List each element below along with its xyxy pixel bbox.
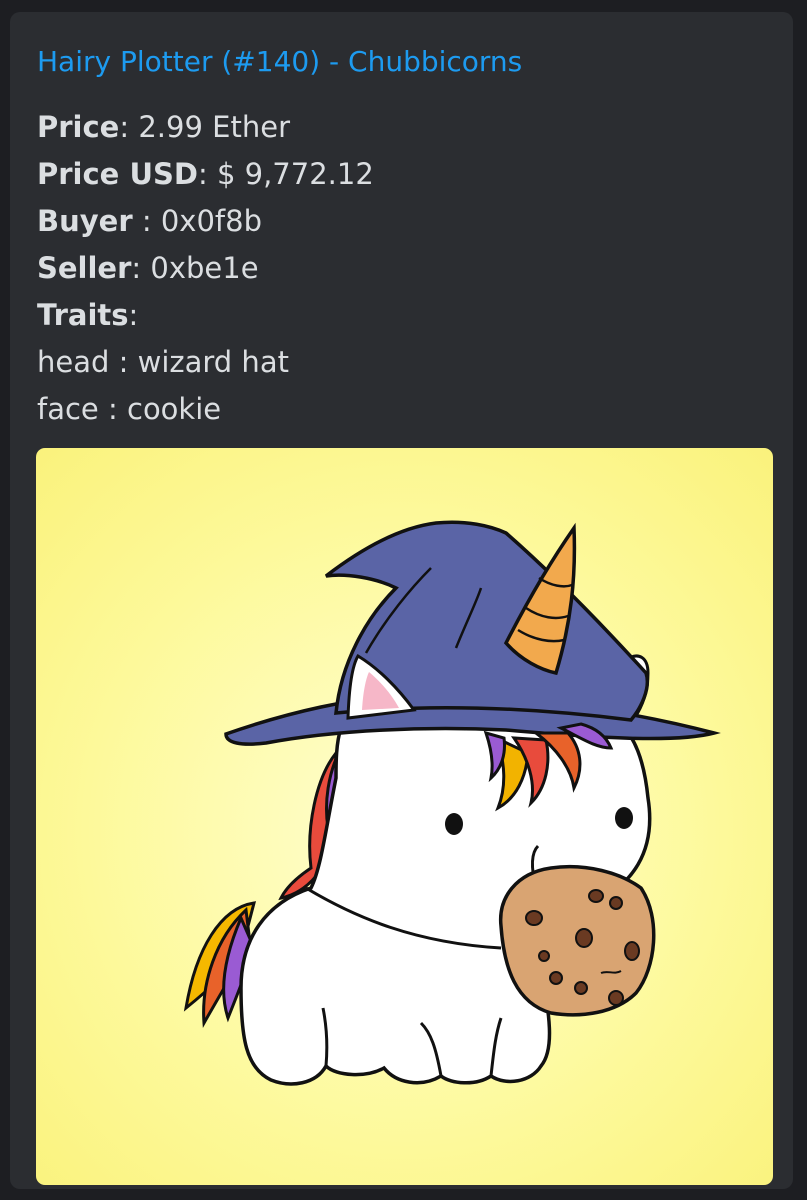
buyer-value: 0x0f8b <box>160 204 262 238</box>
unicorn-illustration <box>183 520 721 1086</box>
price-usd-field: Price USD: $ 9,772.12 <box>37 157 374 191</box>
traits-label: Traits <box>37 298 129 332</box>
trait-type: head <box>37 345 110 379</box>
traits-field: Traits: <box>37 298 139 332</box>
right-eye <box>615 807 633 829</box>
price-usd-value: $ 9,772.12 <box>216 157 374 191</box>
seller-value: 0xbe1e <box>150 251 259 285</box>
embed-title-link[interactable]: Hairy Plotter (#140) - Chubbicorns <box>37 43 522 81</box>
price-usd-label: Price USD <box>37 157 198 191</box>
wizard-hat <box>224 520 721 746</box>
price-field: Price: 2.99 Ether <box>37 110 290 144</box>
buyer-field: Buyer : 0x0f8b <box>37 204 262 238</box>
trait-value: wizard hat <box>137 345 289 379</box>
nft-image[interactable] <box>36 448 773 1185</box>
seller-label: Seller <box>37 251 132 285</box>
trait-row-face: face : cookie <box>37 392 222 426</box>
message-embed: Hairy Plotter (#140) - Chubbicorns Price… <box>10 12 793 1189</box>
buyer-label: Buyer <box>37 204 133 238</box>
left-eye <box>445 813 463 835</box>
price-label: Price <box>37 110 120 144</box>
cookie <box>498 864 656 1017</box>
trait-value: cookie <box>127 392 222 426</box>
embed-fields: Price: 2.99 Ether Price USD: $ 9,772.12 … <box>37 104 777 433</box>
trait-type: face <box>37 392 99 426</box>
trait-row-head: head : wizard hat <box>37 345 289 379</box>
price-value: 2.99 Ether <box>138 110 290 144</box>
seller-field: Seller: 0xbe1e <box>37 251 259 285</box>
